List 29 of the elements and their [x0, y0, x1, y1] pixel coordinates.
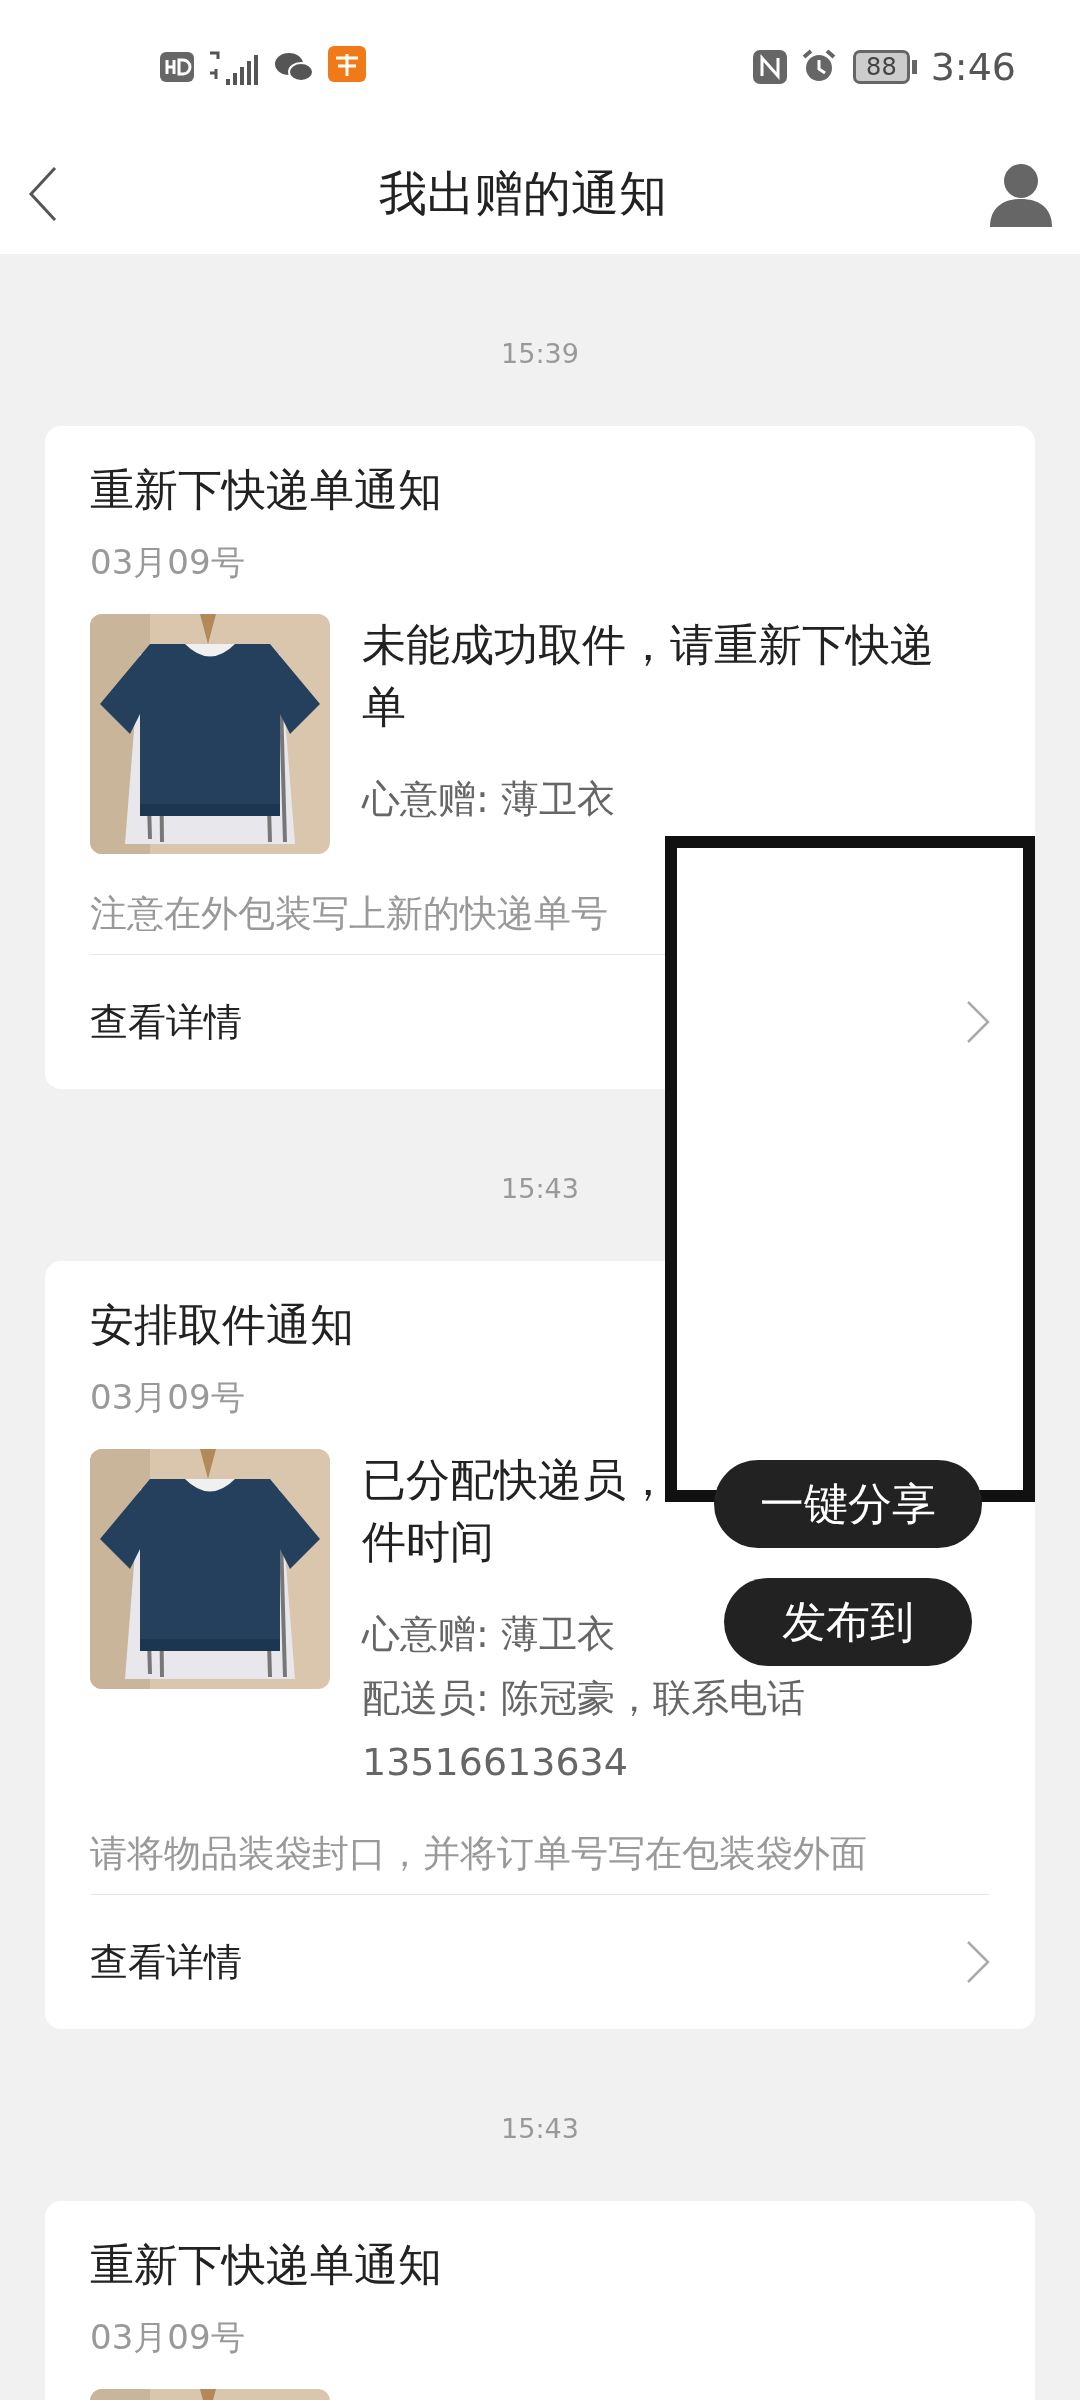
notification-info: 心意赠: 薄卫衣 — [362, 776, 615, 823]
signal-icon — [208, 49, 260, 85]
hd-icon — [160, 52, 194, 82]
notification-date: 03月09号 — [90, 541, 246, 583]
notification-date: 03月09号 — [90, 2316, 246, 2358]
notification-message: 未能成功取件，请重新下快递 — [362, 618, 934, 672]
notification-info: 心意赠: 薄卫衣 — [362, 1611, 615, 1658]
timestamp: 15:43 — [501, 1173, 579, 1205]
notification-title: 安排取件通知 — [90, 1299, 355, 1351]
timestamp: 15:43 — [501, 2113, 579, 2145]
notification-info: 13516613634 — [362, 1739, 628, 1786]
back-icon[interactable] — [28, 166, 58, 222]
notification-message: 单 — [362, 680, 406, 734]
notification-note: 请将物品装袋封口，并将订单号写在包装袋外面 — [90, 1832, 990, 1895]
notification-message: 件时间 — [362, 1515, 494, 1569]
view-details-link[interactable]: 查看详情 — [90, 1936, 242, 1988]
view-details-link[interactable]: 查看详情 — [90, 996, 242, 1048]
share-button[interactable]: 一键分享 — [714, 1460, 982, 1548]
nfc-icon — [753, 50, 788, 84]
page-title: 我出赠的通知 — [379, 164, 667, 223]
notification-message: 已分配快递员， — [362, 1453, 670, 1507]
timestamp: 15:39 — [501, 338, 579, 370]
clock-time: 3:46 — [930, 45, 1016, 89]
publish-button[interactable]: 发布到 — [724, 1578, 972, 1666]
notification-info: 配送员: 陈冠豪，联系电话 — [362, 1675, 805, 1722]
notification-title: 重新下快递单通知 — [90, 2239, 443, 2291]
notification-title: 重新下快递单通知 — [90, 464, 443, 516]
notification-date: 03月09号 — [90, 1376, 246, 1418]
person-icon[interactable] — [988, 161, 1054, 227]
